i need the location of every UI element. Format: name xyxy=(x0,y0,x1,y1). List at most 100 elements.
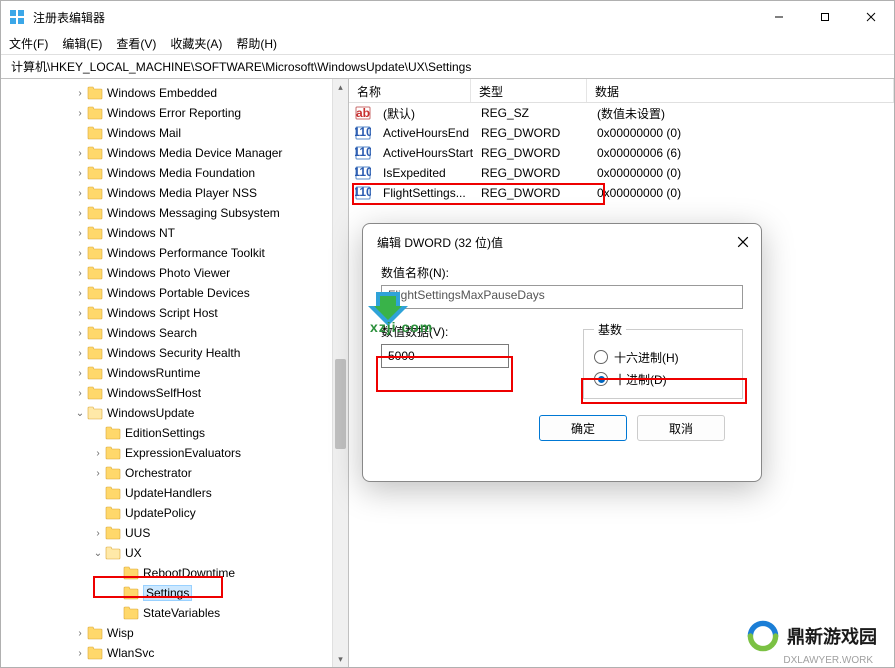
tree-item[interactable]: ›Windows Error Reporting xyxy=(1,103,348,123)
tree-label: Windows Portable Devices xyxy=(107,286,250,300)
radio-hex[interactable]: 十六进制(H) xyxy=(594,346,732,368)
chevron-right-icon[interactable]: › xyxy=(73,188,87,199)
scroll-down-icon[interactable]: ▾ xyxy=(333,651,348,667)
tree-label: Orchestrator xyxy=(125,466,192,480)
tree-label: WindowsUpdate xyxy=(107,406,194,420)
list-header[interactable]: 名称 类型 数据 xyxy=(349,79,894,103)
chevron-right-icon[interactable]: › xyxy=(73,108,87,119)
tree-item[interactable]: ›Windows Embedded xyxy=(1,83,348,103)
value-icon: 110 xyxy=(355,185,371,201)
menu-view[interactable]: 查看(V) xyxy=(116,35,156,52)
address-bar[interactable]: 计算机\HKEY_LOCAL_MACHINE\SOFTWARE\Microsof… xyxy=(1,55,894,79)
list-row[interactable]: 110IsExpeditedREG_DWORD0x00000000 (0) xyxy=(349,163,894,183)
chevron-right-icon[interactable]: › xyxy=(73,348,87,359)
chevron-right-icon[interactable]: › xyxy=(73,268,87,279)
tree-item[interactable]: ⌄ WindowsUpdate xyxy=(1,403,348,423)
tree-item[interactable]: StateVariables xyxy=(1,603,348,623)
tree-item[interactable]: ›Windows Media Player NSS xyxy=(1,183,348,203)
header-type[interactable]: 类型 xyxy=(471,79,587,102)
chevron-right-icon[interactable]: › xyxy=(73,308,87,319)
tree-item[interactable]: UpdatePolicy xyxy=(1,503,348,523)
tree-scrollbar[interactable]: ▴ ▾ xyxy=(332,79,348,667)
tree-item[interactable]: EditionSettings xyxy=(1,423,348,443)
folder-icon xyxy=(123,586,139,600)
chevron-right-icon[interactable]: › xyxy=(91,448,105,459)
list-row[interactable]: 110ActiveHoursStartREG_DWORD0x00000006 (… xyxy=(349,143,894,163)
cancel-button[interactable]: 取消 xyxy=(637,415,725,441)
header-data[interactable]: 数据 xyxy=(587,79,894,102)
tree-item[interactable]: ›WindowsRuntime xyxy=(1,363,348,383)
tree-item[interactable]: › Orchestrator xyxy=(1,463,348,483)
scroll-thumb[interactable] xyxy=(335,359,346,449)
chevron-down-icon[interactable]: ⌄ xyxy=(91,548,105,559)
ok-button[interactable]: 确定 xyxy=(539,415,627,441)
radio-dec[interactable]: 十进制(D) xyxy=(594,368,732,390)
menu-favorites[interactable]: 收藏夹(A) xyxy=(170,35,222,52)
list-row[interactable]: 110ActiveHoursEndREG_DWORD0x00000000 (0) xyxy=(349,123,894,143)
radio-hex-icon[interactable] xyxy=(594,350,608,364)
folder-icon xyxy=(105,446,121,460)
dialog-title[interactable]: 编辑 DWORD (32 位)值 xyxy=(363,224,761,260)
chevron-right-icon[interactable]: › xyxy=(73,288,87,299)
tree-item[interactable]: ›Wisp xyxy=(1,623,348,643)
chevron-right-icon[interactable]: › xyxy=(73,148,87,159)
chevron-right-icon[interactable]: › xyxy=(73,248,87,259)
header-name[interactable]: 名称 xyxy=(349,79,471,102)
tree-item[interactable]: ⌄UX xyxy=(1,543,348,563)
chevron-right-icon[interactable]: › xyxy=(73,228,87,239)
chevron-right-icon[interactable]: › xyxy=(73,368,87,379)
radio-dec-icon[interactable] xyxy=(594,372,608,386)
tree-item[interactable]: ›WlanSvc xyxy=(1,643,348,663)
tree-item[interactable]: ›Windows Search xyxy=(1,323,348,343)
tree-label: Windows Messaging Subsystem xyxy=(107,206,280,220)
chevron-right-icon[interactable]: › xyxy=(73,648,87,659)
tree-label: UpdatePolicy xyxy=(125,506,196,520)
list-row[interactable]: ab(默认)REG_SZ(数值未设置) xyxy=(349,103,894,123)
menu-edit[interactable]: 编辑(E) xyxy=(62,35,102,52)
tree-item[interactable]: ›Windows Script Host xyxy=(1,303,348,323)
scroll-up-icon[interactable]: ▴ xyxy=(333,79,348,95)
tree-label: UUS xyxy=(125,526,150,540)
titlebar[interactable]: 注册表编辑器 xyxy=(1,1,894,33)
tree-item[interactable]: › Windows Photo Viewer xyxy=(1,263,348,283)
tree-label: Windows Photo Viewer xyxy=(107,266,230,280)
tree-item[interactable]: Windows Mail xyxy=(1,123,348,143)
tree-item[interactable]: ›Windows Performance Toolkit xyxy=(1,243,348,263)
tree-item[interactable]: ›Windows NT xyxy=(1,223,348,243)
menu-file[interactable]: 文件(F) xyxy=(9,35,48,52)
chevron-right-icon[interactable]: › xyxy=(73,168,87,179)
chevron-right-icon[interactable]: › xyxy=(73,388,87,399)
value-icon: 110 xyxy=(355,145,371,161)
folder-icon xyxy=(87,86,103,100)
chevron-right-icon[interactable]: › xyxy=(73,328,87,339)
close-button[interactable] xyxy=(848,1,894,33)
tree-item[interactable]: UpdateHandlers xyxy=(1,483,348,503)
tree-item[interactable]: RebootDowntime xyxy=(1,563,348,583)
folder-icon xyxy=(87,366,103,380)
minimize-button[interactable] xyxy=(756,1,802,33)
chevron-right-icon[interactable]: › xyxy=(73,208,87,219)
tree-item[interactable]: › Windows Portable Devices xyxy=(1,283,348,303)
chevron-right-icon[interactable]: › xyxy=(91,528,105,539)
tree-item[interactable]: ›Windows Media Foundation xyxy=(1,163,348,183)
tree-item[interactable]: ›WindowsSelfHost xyxy=(1,383,348,403)
dialog-close-button[interactable] xyxy=(725,224,761,260)
value-data-input[interactable] xyxy=(381,344,509,368)
tree-label: Windows Media Device Manager xyxy=(107,146,282,160)
tree-item[interactable]: › Windows Messaging Subsystem xyxy=(1,203,348,223)
menu-help[interactable]: 帮助(H) xyxy=(236,35,277,52)
tree-item[interactable]: ›Windows Security Health xyxy=(1,343,348,363)
chevron-right-icon[interactable]: › xyxy=(73,88,87,99)
maximize-button[interactable] xyxy=(802,1,848,33)
folder-icon xyxy=(87,386,103,400)
list-row[interactable]: 110FlightSettings...REG_DWORD0x00000000 … xyxy=(349,183,894,203)
tree-item[interactable]: Settings xyxy=(1,583,348,603)
chevron-right-icon[interactable]: › xyxy=(73,628,87,639)
value-type: REG_DWORD xyxy=(473,186,589,200)
chevron-down-icon[interactable]: ⌄ xyxy=(73,408,87,419)
tree-panel[interactable]: ›Windows Embedded›Windows Error Reportin… xyxy=(1,79,349,667)
tree-item[interactable]: ›ExpressionEvaluators xyxy=(1,443,348,463)
chevron-right-icon[interactable]: › xyxy=(91,468,105,479)
tree-item[interactable]: › Windows Media Device Manager xyxy=(1,143,348,163)
tree-item[interactable]: › UUS xyxy=(1,523,348,543)
